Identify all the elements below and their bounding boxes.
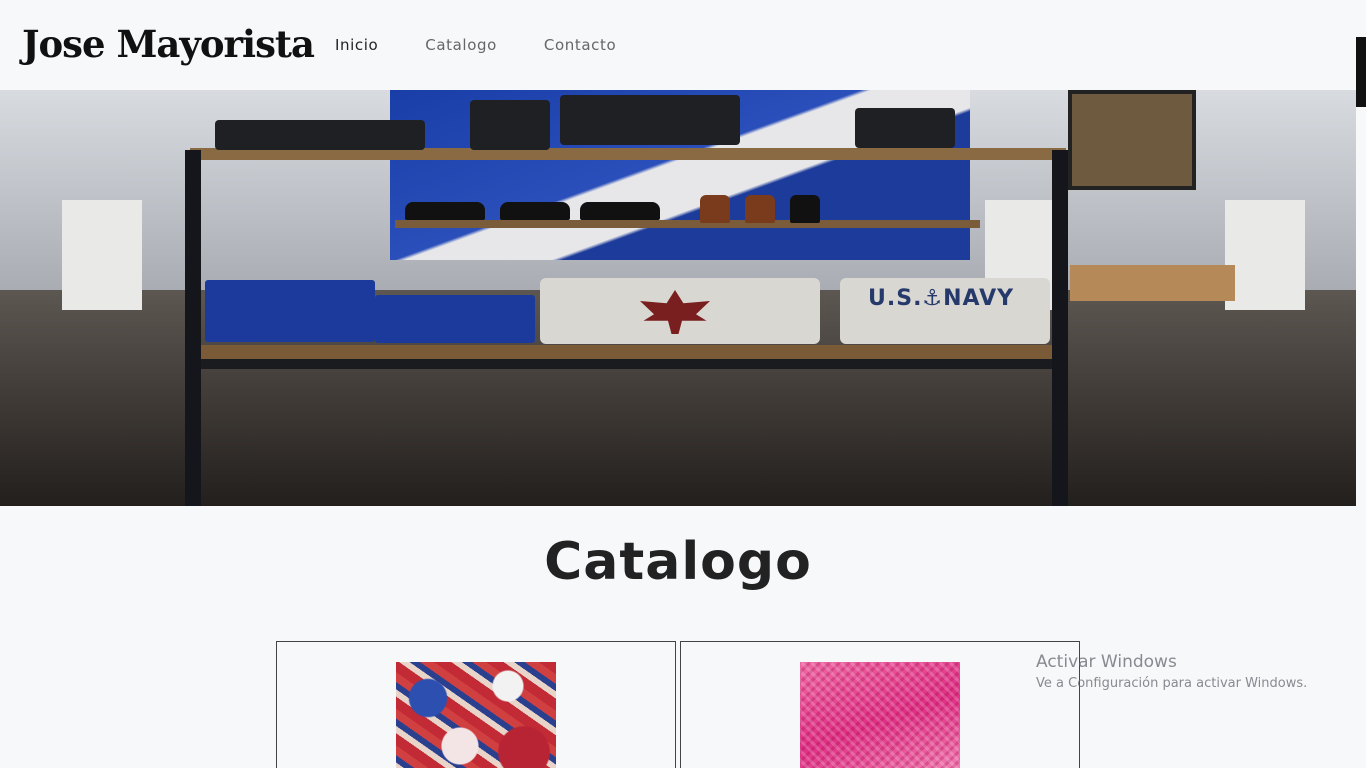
nav-link-contacto[interactable]: Contacto: [544, 36, 616, 54]
windows-activation-watermark: Activar Windows Ve a Configuración para …: [1036, 652, 1307, 691]
hero-wall-picture: [1068, 90, 1196, 190]
hero-shoe: [405, 202, 485, 220]
nav-link-inicio[interactable]: Inicio: [335, 36, 378, 54]
hero-shelf-middle: [395, 220, 980, 228]
scrollbar-thumb[interactable]: [1356, 37, 1366, 107]
product-image-floral-shirts[interactable]: [396, 662, 556, 768]
main-nav: Inicio Catalogo Contacto: [335, 36, 663, 54]
hero-blue-shirts: [205, 280, 375, 342]
hero-folded-clothes: [215, 120, 425, 150]
product-image-pink-fabric[interactable]: [800, 662, 960, 768]
hero-frame-bar: [200, 359, 1056, 369]
hero-boot: [745, 195, 775, 223]
hero-boot: [790, 195, 820, 223]
hero-frame-right: [1052, 150, 1068, 506]
hero-cardboard-boxes: [1070, 265, 1235, 301]
product-card[interactable]: [680, 641, 1080, 768]
hero-frame-left: [185, 150, 201, 506]
hero-navy-print: U.S.⚓NAVY: [868, 286, 1015, 311]
hero-bag: [560, 95, 740, 145]
hero-shoe: [500, 202, 570, 220]
site-header: Jose Mayorista Inicio Catalogo Contacto: [0, 0, 1366, 90]
hero-cap: [470, 100, 550, 150]
hero-shelf-bottom: [200, 345, 1056, 359]
brand-logo[interactable]: Jose Mayorista: [22, 22, 315, 66]
hero-image: U.S.⚓NAVY: [0, 90, 1356, 506]
hero-blue-shirts: [375, 295, 535, 343]
hero-cinder-blocks: [1225, 200, 1305, 310]
watermark-title: Activar Windows: [1036, 652, 1177, 672]
hero-boot: [700, 195, 730, 223]
product-card[interactable]: [276, 641, 676, 768]
hero-shoes: [855, 108, 955, 148]
nav-link-catalogo[interactable]: Catalogo: [425, 36, 497, 54]
hero-cinder-blocks: [62, 200, 142, 310]
catalog-title: Catalogo: [544, 532, 812, 592]
watermark-subtitle: Ve a Configuración para activar Windows.: [1036, 676, 1308, 691]
hero-shoe: [580, 202, 660, 220]
